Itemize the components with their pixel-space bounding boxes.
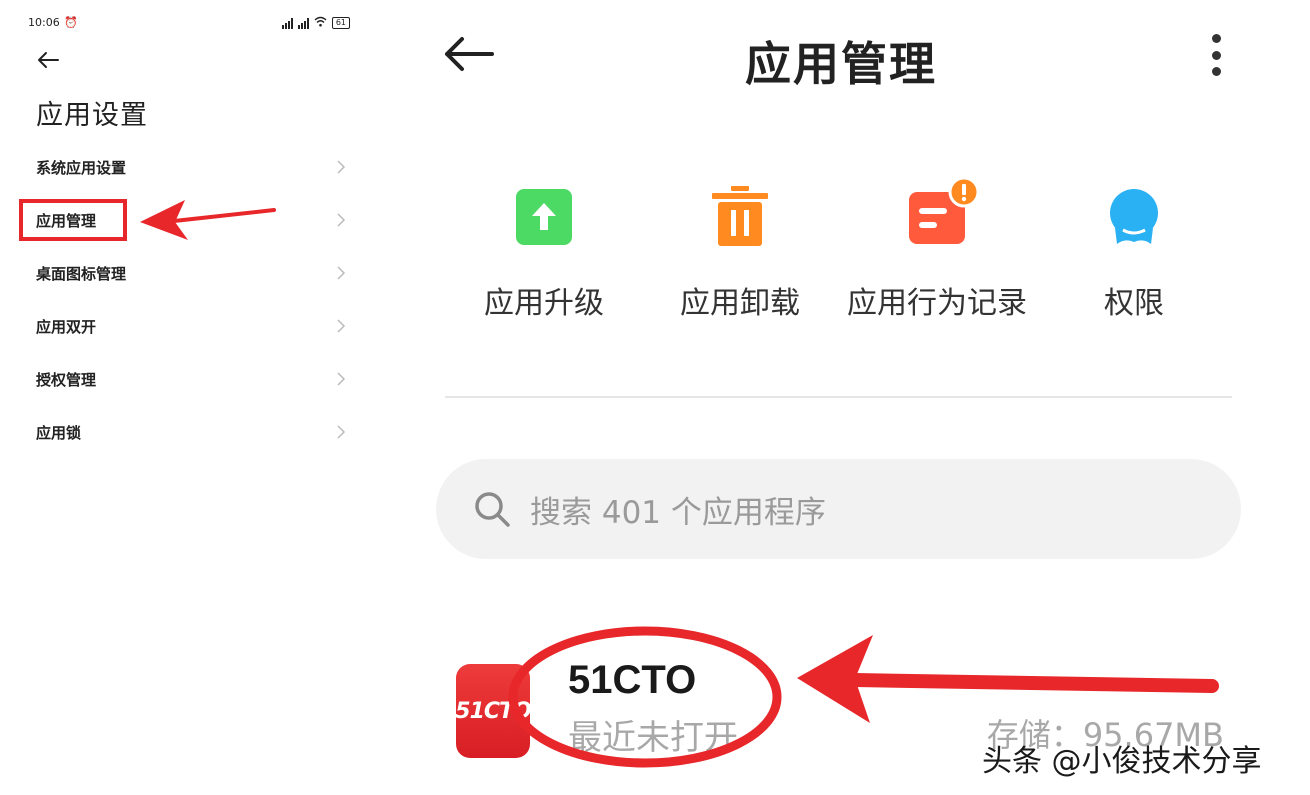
- watermark: 头条 @小俊技术分享: [982, 744, 1262, 779]
- battery-indicator: 61: [331, 17, 350, 29]
- trash-icon: [709, 186, 771, 248]
- app-last-opened: 最近未打开: [568, 718, 738, 758]
- wifi-icon: [314, 16, 327, 30]
- quick-action-app-uninstall[interactable]: 应用卸载: [635, 186, 845, 322]
- app-management-panel: 应用管理 应用升级 应用卸载 应用行为记录 权限 搜索 401 个应用程序 51…: [420, 0, 1310, 795]
- page-title: 应用设置: [36, 100, 148, 131]
- chevron-right-icon: [337, 372, 346, 386]
- quick-action-app-upgrade[interactable]: 应用升级: [439, 186, 649, 322]
- upgrade-icon: [513, 186, 575, 248]
- menu-item-desktop-icon-management[interactable]: 桌面图标管理: [36, 253, 346, 293]
- chevron-right-icon: [337, 160, 346, 174]
- search-placeholder: 搜索 401 个应用程序: [530, 494, 826, 531]
- quick-action-behavior-record[interactable]: 应用行为记录: [832, 176, 1042, 322]
- quick-action-label: 应用行为记录: [847, 286, 1027, 321]
- menu-item-label: 系统应用设置: [36, 158, 127, 177]
- search-icon: [475, 492, 510, 527]
- quick-action-label: 应用卸载: [680, 286, 800, 321]
- chevron-right-icon: [337, 319, 346, 333]
- menu-item-authorization-management[interactable]: 授权管理: [36, 359, 346, 399]
- app-icon-51cto: 51CTO: [455, 664, 532, 758]
- status-bar: 10:06 ⏰ 61: [28, 16, 350, 34]
- page-title: 应用管理: [745, 37, 937, 91]
- chevron-right-icon: [337, 425, 346, 439]
- quick-action-label: 应用升级: [484, 286, 604, 321]
- menu-item-dual-apps[interactable]: 应用双开: [36, 306, 346, 346]
- app-name: 51CTO: [568, 658, 697, 702]
- quick-action-permissions[interactable]: 权限: [1029, 186, 1239, 322]
- chevron-right-icon: [337, 266, 346, 280]
- permission-icon: [1103, 186, 1165, 248]
- more-options-icon[interactable]: [1206, 34, 1226, 76]
- menu-item-app-lock[interactable]: 应用锁: [36, 412, 346, 452]
- menu-item-label: 应用双开: [36, 317, 97, 336]
- signal-icon: [281, 17, 293, 29]
- section-divider: [445, 396, 1232, 398]
- behavior-record-icon: [906, 176, 980, 248]
- menu-item-label: 应用锁: [36, 423, 82, 442]
- annotation-highlight-box: [19, 199, 127, 241]
- menu-item-system-app-settings[interactable]: 系统应用设置: [36, 147, 346, 187]
- app-settings-panel: 10:06 ⏰ 61 应用设置 系统应用设置 应用管理 桌面图标管理 应用双开 …: [0, 0, 380, 795]
- back-arrow-icon[interactable]: [442, 36, 496, 72]
- alarm-icon: ⏰: [64, 16, 78, 29]
- status-time: 10:06: [28, 16, 60, 29]
- menu-item-label: 桌面图标管理: [36, 264, 127, 283]
- back-arrow-icon[interactable]: [36, 50, 60, 70]
- menu-item-label: 授权管理: [36, 370, 97, 389]
- chevron-right-icon: [337, 213, 346, 227]
- status-icons: 61: [281, 16, 350, 30]
- signal-icon: [297, 17, 309, 29]
- app-search-bar[interactable]: 搜索 401 个应用程序: [436, 459, 1241, 559]
- quick-action-label: 权限: [1104, 286, 1164, 321]
